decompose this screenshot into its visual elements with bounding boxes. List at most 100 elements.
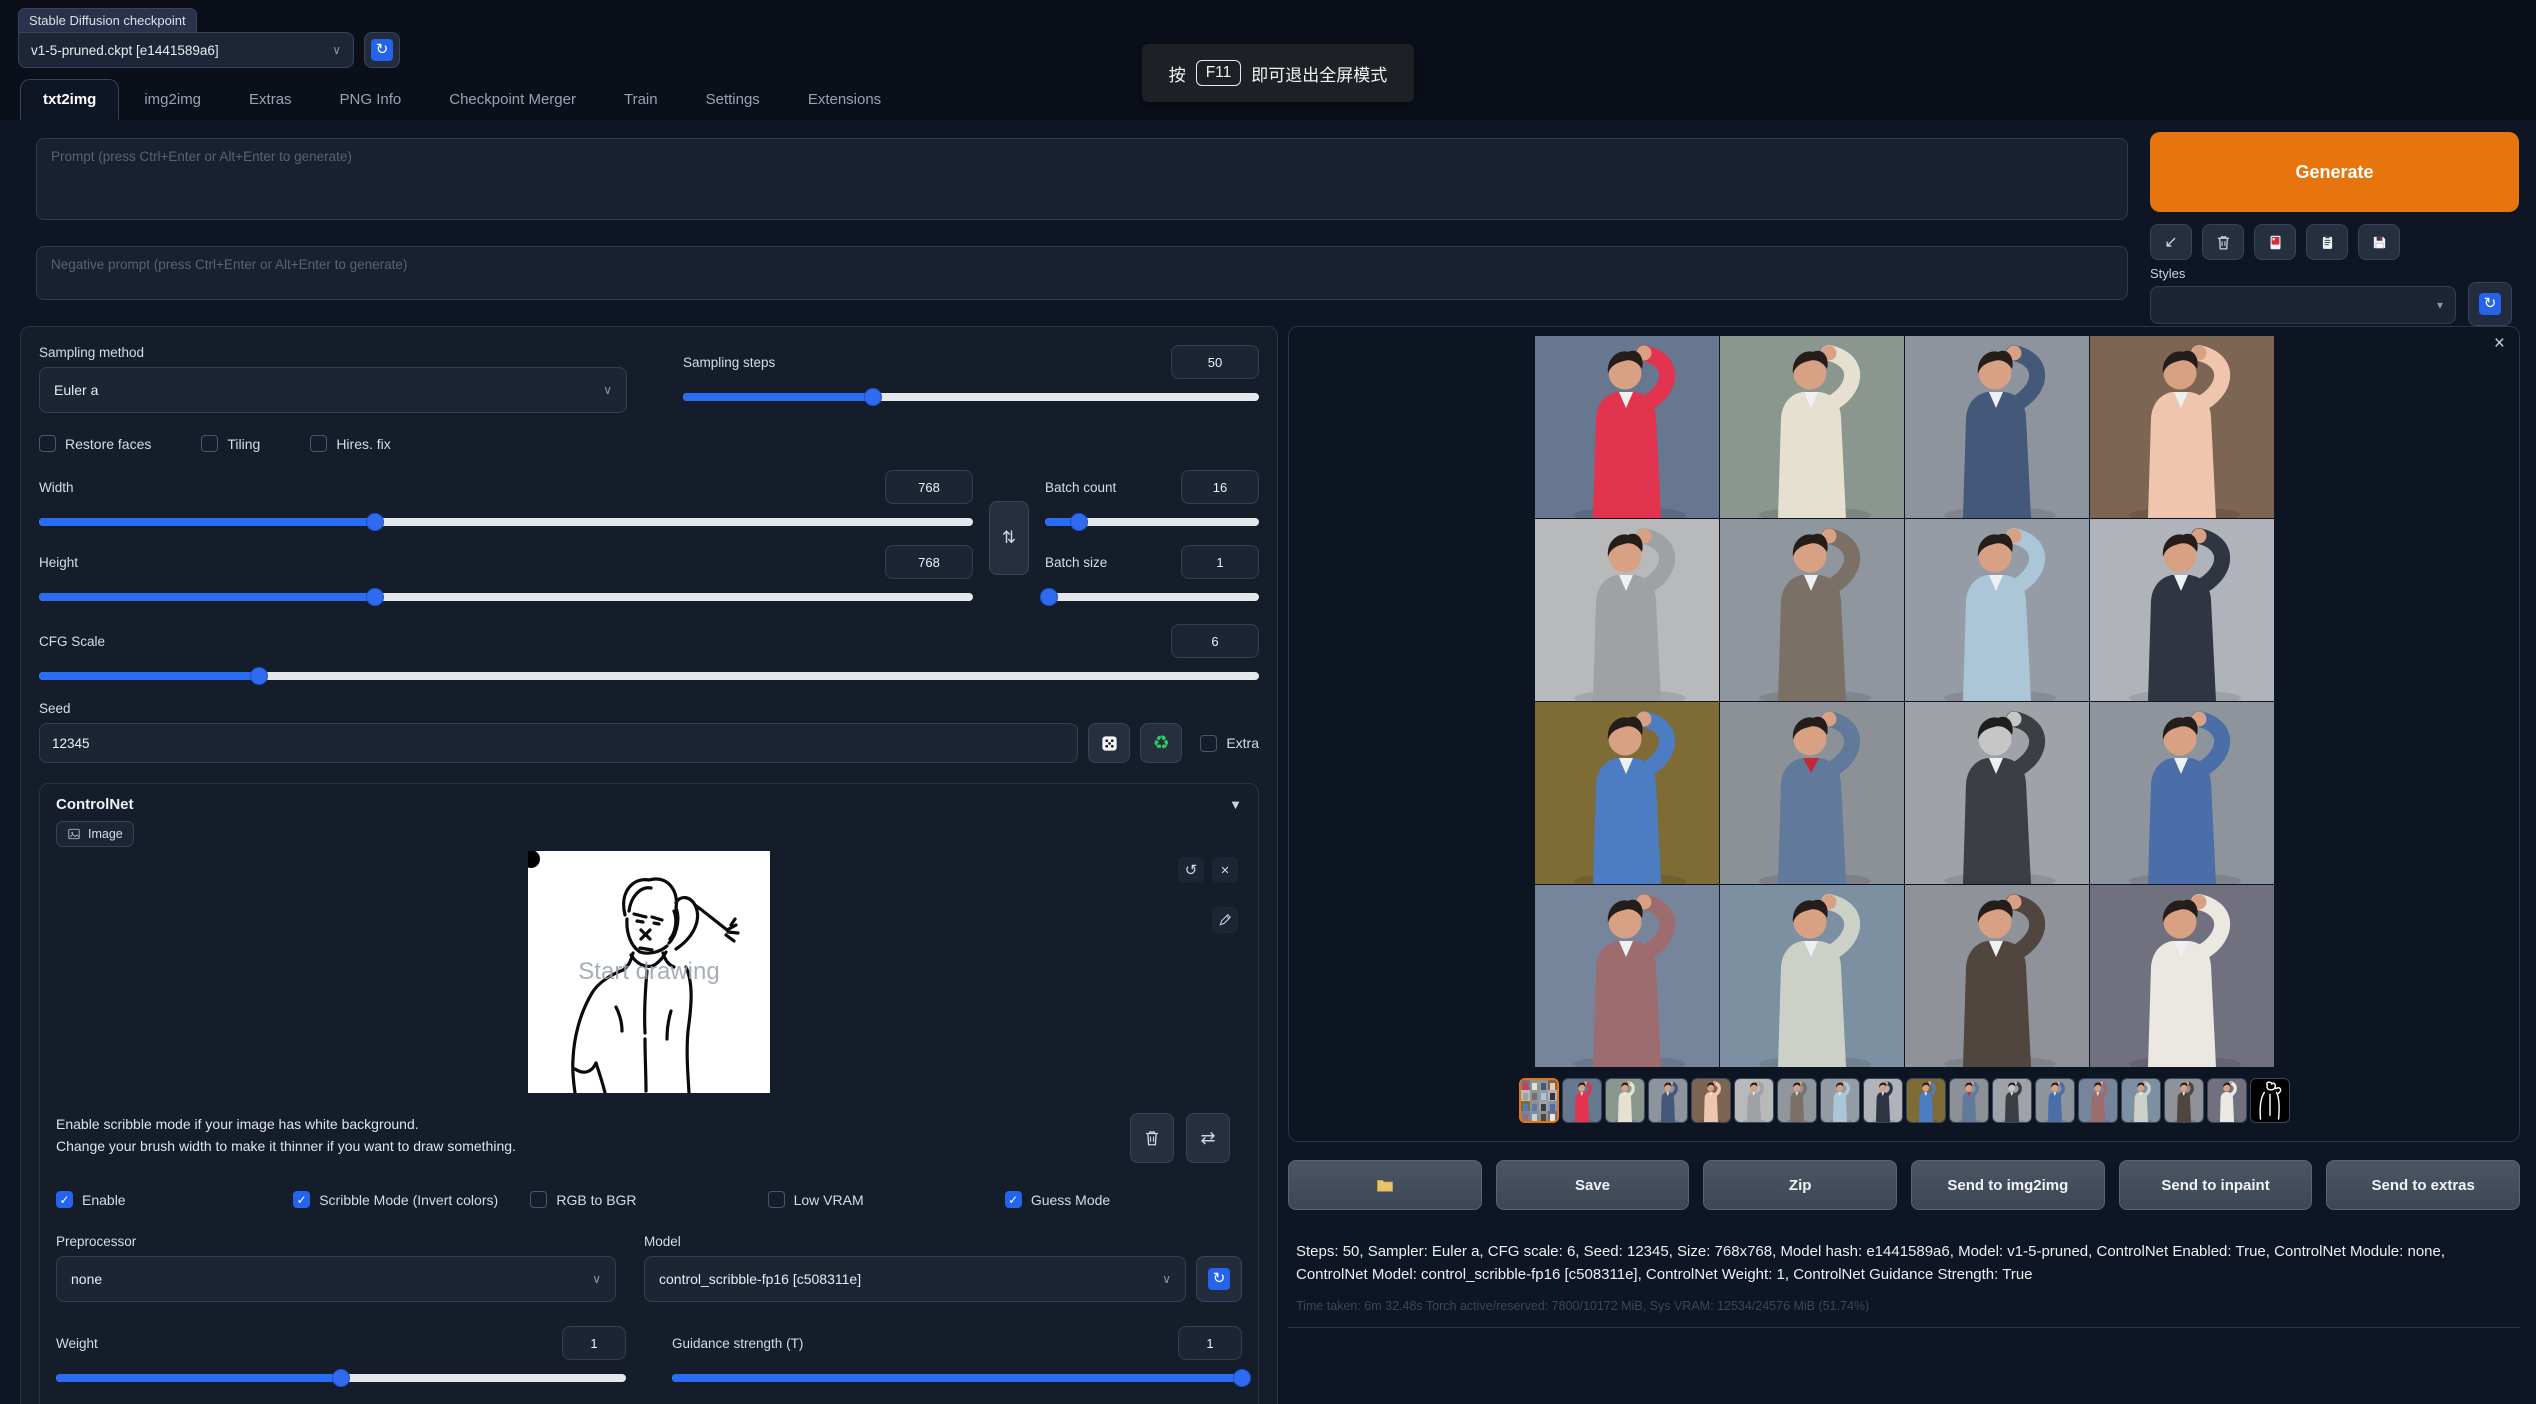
gallery-thumbnail[interactable] (2078, 1078, 2118, 1123)
enable-checkbox[interactable]: ✓Enable (56, 1191, 293, 1208)
weight-value[interactable]: 1 (562, 1326, 626, 1360)
open-folder-button[interactable] (1288, 1160, 1482, 1210)
paste-params-button[interactable]: ↙ (2150, 224, 2192, 260)
tab-extras[interactable]: Extras (226, 79, 315, 120)
gallery-image[interactable] (1720, 885, 1904, 1067)
sampling-steps-value[interactable]: 50 (1171, 345, 1259, 379)
swap-image-button[interactable]: ⇄ (1186, 1113, 1230, 1163)
generate-button[interactable]: Generate (2150, 132, 2519, 212)
gallery-thumbnail-scribble[interactable] (2250, 1078, 2290, 1123)
gallery-thumbnail[interactable] (2207, 1078, 2247, 1123)
gallery-image[interactable] (2090, 702, 2274, 884)
batch-size-value[interactable]: 1 (1181, 545, 1259, 579)
guidance-strength-value[interactable]: 1 (1178, 1326, 1242, 1360)
random-seed-button[interactable] (1088, 723, 1130, 763)
send-to-extras-button[interactable]: Send to extras (2326, 1160, 2520, 1210)
extra-networks-button[interactable] (2254, 224, 2296, 260)
gallery-thumbnail[interactable] (1691, 1078, 1731, 1123)
send-to-img2img-button[interactable]: Send to img2img (1911, 1160, 2105, 1210)
close-icon[interactable]: × (2494, 333, 2505, 355)
tiling-checkbox[interactable]: Tiling (201, 435, 260, 452)
batch-count-slider[interactable] (1045, 513, 1259, 531)
tab-img2img[interactable]: img2img (121, 79, 224, 120)
gallery-image[interactable] (1720, 336, 1904, 518)
scribble-mode-checkbox[interactable]: ✓Scribble Mode (Invert colors) (293, 1191, 530, 1208)
gallery-thumbnail[interactable] (2164, 1078, 2204, 1123)
model-dropdown[interactable]: control_scribble-fp16 [c508311e] ∨ (644, 1256, 1186, 1302)
scribble-drawing-canvas[interactable]: Start drawing (528, 851, 770, 1093)
weight-slider[interactable] (56, 1369, 626, 1387)
apply-style-button[interactable] (2306, 224, 2348, 260)
gallery-thumbnail[interactable] (1777, 1078, 1817, 1123)
gallery-image[interactable] (1535, 702, 1719, 884)
gallery-image[interactable] (2090, 519, 2274, 701)
extra-seed-checkbox[interactable]: Extra (1200, 735, 1259, 752)
gallery-image[interactable] (1535, 519, 1719, 701)
undo-button[interactable]: ↺ (1178, 857, 1204, 883)
tab-txt2img[interactable]: txt2img (20, 79, 119, 120)
height-value[interactable]: 768 (885, 545, 973, 579)
tab-extensions[interactable]: Extensions (785, 79, 904, 120)
save-button[interactable]: Save (1496, 1160, 1690, 1210)
rgb-to-bgr-checkbox[interactable]: RGB to BGR (530, 1191, 767, 1208)
gallery-thumbnail[interactable] (2121, 1078, 2161, 1123)
sampling-steps-slider[interactable] (683, 388, 1259, 406)
clear-prompt-button[interactable] (2202, 224, 2244, 260)
width-slider[interactable] (39, 513, 973, 531)
reuse-seed-button[interactable]: ♻ (1140, 723, 1182, 763)
zip-button[interactable]: Zip (1703, 1160, 1897, 1210)
gallery-image[interactable] (1905, 702, 2089, 884)
controlnet-image-tab[interactable]: Image (56, 821, 134, 847)
styles-dropdown[interactable]: ▾ (2150, 286, 2456, 324)
styles-refresh-button[interactable]: ↻ (2468, 282, 2512, 326)
gallery-thumbnail[interactable] (1648, 1078, 1688, 1123)
gallery-thumbnail[interactable] (2035, 1078, 2075, 1123)
gallery-image[interactable] (2090, 885, 2274, 1067)
tab-train[interactable]: Train (601, 79, 681, 120)
gallery-thumbnail[interactable] (1734, 1078, 1774, 1123)
gallery-thumbnail[interactable] (1562, 1078, 1602, 1123)
seed-input[interactable]: 12345 (39, 723, 1078, 763)
collapse-caret-icon[interactable]: ▼ (1229, 797, 1242, 812)
sampling-method-dropdown[interactable]: Euler a ∨ (39, 367, 627, 413)
restore-faces-checkbox[interactable]: Restore faces (39, 435, 151, 452)
gallery-image[interactable] (1905, 336, 2089, 518)
send-to-inpaint-button[interactable]: Send to inpaint (2119, 1160, 2313, 1210)
model-refresh-button[interactable]: ↻ (1196, 1256, 1242, 1302)
checkpoint-dropdown[interactable]: v1-5-pruned.ckpt [e1441589a6] ∨ (18, 32, 354, 68)
gallery-image[interactable] (1720, 519, 1904, 701)
gallery-thumbnail[interactable] (1906, 1078, 1946, 1123)
tab-png-info[interactable]: PNG Info (317, 79, 425, 120)
gallery-image[interactable] (1535, 885, 1719, 1067)
clear-image-button[interactable] (1130, 1113, 1174, 1163)
brush-button[interactable] (1212, 907, 1238, 933)
guess-mode-checkbox[interactable]: ✓Guess Mode (1005, 1191, 1242, 1208)
prompt-input[interactable]: Prompt (press Ctrl+Enter or Alt+Enter to… (36, 138, 2128, 220)
save-style-button[interactable] (2358, 224, 2400, 260)
guidance-strength-slider[interactable] (672, 1369, 1242, 1387)
gallery-image[interactable] (1535, 336, 1719, 518)
gallery-image[interactable] (2090, 336, 2274, 518)
gallery-thumbnail[interactable] (1820, 1078, 1860, 1123)
hires-fix-checkbox[interactable]: Hires. fix (310, 435, 390, 452)
width-value[interactable]: 768 (885, 470, 973, 504)
low-vram-checkbox[interactable]: Low VRAM (768, 1191, 1005, 1208)
gallery-thumbnail[interactable] (1992, 1078, 2032, 1123)
tab-settings[interactable]: Settings (683, 79, 783, 120)
batch-size-slider[interactable] (1045, 588, 1259, 606)
tab-checkpoint-merger[interactable]: Checkpoint Merger (426, 79, 599, 120)
cfg-scale-value[interactable]: 6 (1171, 624, 1259, 658)
gallery-image[interactable] (1720, 702, 1904, 884)
gallery-image[interactable] (1905, 519, 2089, 701)
cfg-scale-slider[interactable] (39, 667, 1259, 685)
gallery-thumbnail[interactable] (1605, 1078, 1645, 1123)
clear-canvas-button[interactable]: × (1212, 857, 1238, 883)
preprocessor-dropdown[interactable]: none ∨ (56, 1256, 616, 1302)
gallery-image[interactable] (1905, 885, 2089, 1067)
batch-count-value[interactable]: 16 (1181, 470, 1259, 504)
checkpoint-refresh-button[interactable]: ↻ (364, 32, 400, 68)
gallery-thumbnail[interactable] (1949, 1078, 1989, 1123)
swap-width-height-button[interactable]: ⇅ (989, 501, 1029, 575)
height-slider[interactable] (39, 588, 973, 606)
gallery-thumbnail-grid[interactable] (1519, 1078, 1559, 1123)
